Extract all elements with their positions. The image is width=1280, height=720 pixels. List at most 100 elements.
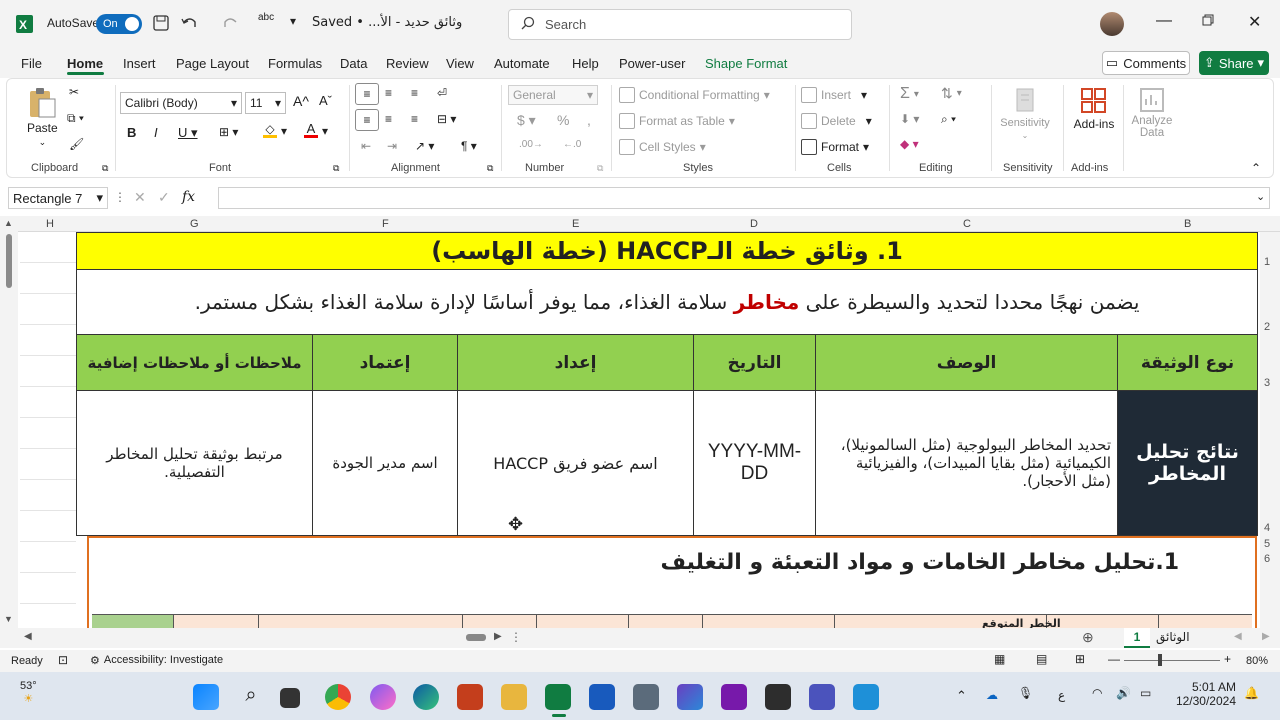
word-icon[interactable]	[589, 684, 615, 710]
decrease-indent-icon[interactable]: ⇤	[361, 139, 371, 153]
underline-icon[interactable]: U ▾	[178, 125, 198, 141]
task-view-icon[interactable]	[280, 688, 300, 708]
scroll-down-icon[interactable]: ▼	[4, 614, 13, 624]
tray-chevron-icon[interactable]: ⌃	[956, 688, 967, 704]
scroll-up-icon[interactable]: ▲	[4, 218, 13, 228]
bold-icon[interactable]: B	[127, 125, 136, 140]
font-color-icon[interactable]: A ▾	[304, 122, 328, 138]
paste-button[interactable]: Paste ⌄	[27, 87, 58, 148]
menu-data[interactable]: Data	[340, 56, 367, 71]
zoom-in-icon[interactable]: +	[1224, 652, 1231, 666]
menu-view[interactable]: View	[446, 56, 474, 71]
column-header-c[interactable]: C	[963, 218, 971, 230]
increase-font-icon[interactable]: A^	[293, 93, 309, 109]
cell-approved[interactable]: اسم مدير الجودة	[312, 390, 458, 536]
row-header-3[interactable]: 3	[1264, 377, 1270, 389]
enter-icon[interactable]: ✓	[158, 189, 170, 206]
powerpoint-icon[interactable]	[457, 684, 483, 710]
cell-styles-button[interactable]: Cell Styles ▾	[619, 139, 706, 155]
share-button[interactable]: ⇪ Share ▾	[1199, 51, 1269, 75]
row-header-2[interactable]: 2	[1264, 321, 1270, 333]
sheet-tab-documents[interactable]: الوثائق	[1156, 630, 1190, 644]
menu-power-user[interactable]: Power-user	[619, 56, 685, 71]
page-layout-view-icon[interactable]: ▤	[1036, 652, 1047, 666]
conditional-formatting-button[interactable]: Conditional Formatting ▾	[619, 87, 770, 103]
cancel-icon[interactable]: ✕	[134, 189, 146, 206]
file-explorer-icon[interactable]	[501, 684, 527, 710]
wrap-text-icon[interactable]: ⏎	[437, 86, 447, 100]
header-approved[interactable]: إعتماد	[312, 334, 458, 391]
tab-options-icon[interactable]: ⋮	[510, 630, 522, 644]
scroll-right-icon[interactable]: ▶	[494, 631, 502, 642]
cell-prepared[interactable]: اسم عضو فريق HACCP	[457, 390, 694, 536]
header-prepared[interactable]: إعداد	[457, 334, 694, 391]
align-bottom-icon[interactable]: ≡	[411, 86, 418, 100]
currency-icon[interactable]: $ ▾	[517, 112, 536, 129]
delete-cells-button[interactable]: Delete ▾	[801, 113, 872, 129]
number-launcher-icon[interactable]: ⧉	[597, 163, 603, 174]
header-doc-type[interactable]: نوع الوثيقة	[1117, 334, 1258, 391]
add-ins-button[interactable]: Add-ins	[1069, 85, 1119, 131]
cell-doc-type[interactable]: نتائج تحليل المخاطر	[1117, 390, 1258, 536]
row-header-1[interactable]: 1	[1264, 256, 1270, 268]
sheet-tab-1[interactable]: 1	[1124, 628, 1150, 648]
edge-icon[interactable]	[413, 684, 439, 710]
increase-indent-icon[interactable]: ⇥	[387, 139, 397, 153]
format-cells-button[interactable]: Format ▾	[801, 139, 869, 155]
merge-center-icon[interactable]: ⊟ ▾	[437, 112, 456, 126]
copilot-icon[interactable]	[370, 684, 396, 710]
autosum-icon[interactable]: Σ ▾	[900, 85, 919, 103]
page-break-view-icon[interactable]: ⊞	[1075, 652, 1085, 666]
undo-icon[interactable]	[180, 14, 204, 32]
selected-shape[interactable]: 1.تحليل مخاطر الخامات و مواد التعبئة و ا…	[87, 536, 1257, 628]
zoom-level[interactable]: 80%	[1246, 655, 1268, 667]
number-format-select[interactable]: General ▾	[508, 85, 598, 105]
header-notes[interactable]: ملاحظات أو ملاحظات إضافية	[76, 334, 313, 391]
column-header-e[interactable]: E	[572, 218, 579, 230]
menu-help[interactable]: Help	[572, 56, 599, 71]
font-size-select[interactable]: 11 ▾	[245, 92, 286, 114]
horizontal-scrollbar-thumb[interactable]	[466, 634, 486, 641]
decrease-font-icon[interactable]: Aˇ	[319, 93, 332, 108]
increase-decimal-icon[interactable]: .00→	[519, 139, 543, 150]
format-as-table-button[interactable]: Format as Table ▾	[619, 113, 735, 129]
header-description[interactable]: الوصف	[815, 334, 1118, 391]
avatar[interactable]	[1100, 12, 1124, 36]
menu-insert[interactable]: Insert	[123, 56, 156, 71]
row-header-4[interactable]: 4	[1264, 522, 1270, 534]
language-indicator[interactable]: ع	[1058, 688, 1065, 702]
wifi-icon[interactable]: ◠	[1092, 686, 1102, 700]
align-left-icon[interactable]: ≡	[355, 109, 379, 131]
tab-scroll-right-icon[interactable]: ▶	[1262, 631, 1270, 642]
scrollbar-thumb[interactable]	[6, 234, 12, 288]
document-title[interactable]: وثائق حديد - الأ... • Saved	[312, 15, 462, 30]
customize-chevron-icon[interactable]: ▾	[290, 14, 296, 28]
scroll-left-icon[interactable]: ◀	[24, 631, 32, 642]
align-center-icon[interactable]: ≡	[385, 112, 392, 126]
onenote-icon[interactable]	[721, 684, 747, 710]
macro-record-icon[interactable]: ⊡	[58, 653, 68, 667]
sensitivity-button[interactable]: Sensitivity ⌄	[995, 85, 1055, 140]
vertical-scrollbar[interactable]: ▲ ▼	[0, 216, 18, 628]
menu-shape-format[interactable]: Shape Format	[705, 56, 787, 71]
tab-scroll-left-icon[interactable]: ◀	[1234, 631, 1242, 642]
expand-formula-icon[interactable]: ⌄	[1256, 190, 1265, 203]
battery-icon[interactable]: ▭	[1140, 686, 1151, 700]
decrease-decimal-icon[interactable]: ←.0	[563, 139, 581, 150]
app-icon[interactable]	[765, 684, 791, 710]
accessibility-button[interactable]: ⚙ Accessibility: Investigate	[90, 654, 223, 667]
format-painter-icon[interactable]: 🖌	[69, 137, 84, 151]
clock[interactable]: 5:01 AM 12/30/2024	[1172, 680, 1236, 708]
clear-icon[interactable]: ◆ ▾	[900, 137, 919, 151]
zoom-out-icon[interactable]: —	[1108, 652, 1120, 666]
cut-icon[interactable]: ✂	[69, 85, 79, 99]
formula-input[interactable]	[218, 187, 1270, 209]
intro-text[interactable]: يضمن نهجًا محددا لتحديد والسيطرة على مخا…	[76, 269, 1258, 335]
italic-icon[interactable]: I	[154, 125, 158, 140]
cell-notes[interactable]: مرتبط بوثيقة تحليل المخاطر التفصيلية.	[76, 390, 313, 536]
sheet-title[interactable]: 1. وثائق خطة الـHACCP (خطة الهاسب)	[76, 232, 1258, 270]
cell-description[interactable]: تحديد المخاطر البيولوجية (مثل السالمونيل…	[815, 390, 1118, 536]
menu-formulas[interactable]: Formulas	[268, 56, 322, 71]
weather-widget[interactable]: 53° ☀	[20, 680, 37, 705]
name-box[interactable]: Rectangle 7 ▾	[8, 187, 108, 209]
